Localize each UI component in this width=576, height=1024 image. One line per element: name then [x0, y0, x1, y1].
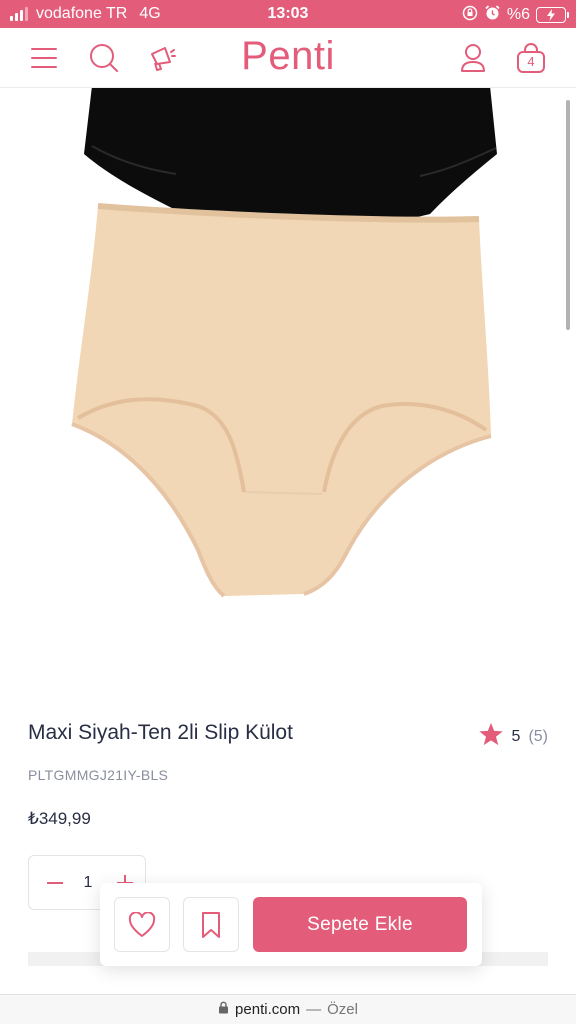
user-icon[interactable]: [455, 40, 491, 76]
status-right: %6: [462, 4, 569, 26]
add-to-cart-button[interactable]: Sepete Ekle: [253, 897, 467, 952]
app-header: Penti 4: [0, 28, 576, 88]
product-price: ₺349,99: [28, 809, 91, 828]
product-title: Maxi Siyah-Ten 2li Slip Külot: [28, 721, 293, 744]
private-mode-label: Özel: [327, 1001, 358, 1018]
orientation-lock-icon: [462, 5, 478, 26]
heart-icon: [128, 911, 156, 937]
status-left: vodafone TR 4G: [10, 5, 161, 23]
browser-url-bar[interactable]: penti.com — Özel: [0, 994, 576, 1024]
product-photo: [71, 88, 497, 598]
cart-button[interactable]: 4: [513, 40, 549, 76]
network-label: 4G: [139, 5, 161, 22]
alarm-icon: [484, 4, 501, 26]
bookmark-button[interactable]: [183, 897, 239, 952]
carrier-label: vodafone TR: [36, 5, 128, 22]
favorite-button[interactable]: [114, 897, 170, 952]
product-sku: PLTGMMGJ21IY-BLS: [28, 767, 169, 783]
product-rating[interactable]: 5 (5): [478, 722, 548, 752]
scroll-indicator[interactable]: [566, 100, 570, 330]
bookmark-icon: [202, 911, 220, 938]
lock-icon: [218, 1001, 229, 1018]
menu-icon[interactable]: [26, 40, 62, 76]
rating-value: 5: [511, 728, 521, 745]
signal-icon: [10, 7, 28, 21]
sticky-action-bar: Sepete Ekle: [100, 883, 482, 966]
brand-logo-text[interactable]: Penti: [241, 34, 335, 78]
star-icon: [478, 722, 504, 752]
status-bar: vodafone TR 4G 13:03 %6: [0, 0, 576, 28]
url-separator: —: [306, 1001, 322, 1018]
megaphone-icon[interactable]: [144, 40, 180, 76]
search-icon[interactable]: [86, 40, 122, 76]
product-image[interactable]: [0, 88, 576, 688]
battery-icon: [536, 7, 569, 23]
rating-count: (5): [528, 728, 548, 745]
cart-count-badge: 4: [527, 54, 535, 69]
url-text: penti.com: [235, 1001, 301, 1018]
battery-percent: %6: [506, 6, 530, 23]
